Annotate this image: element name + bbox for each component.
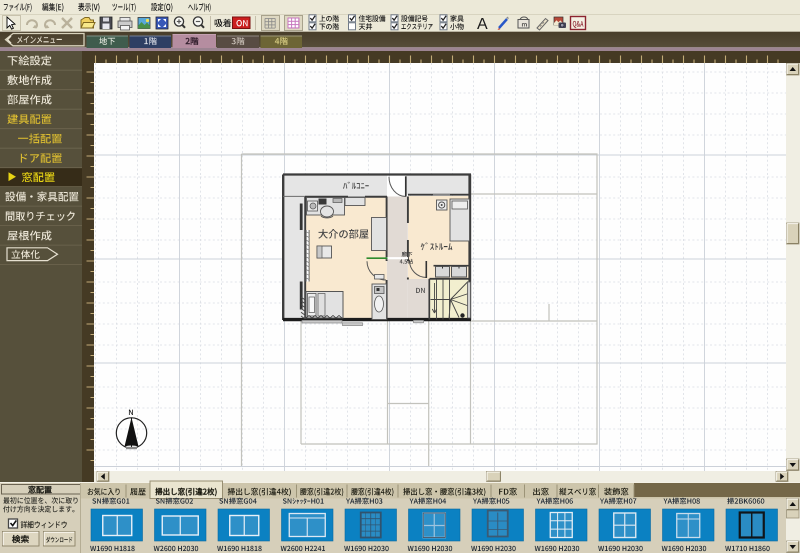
svg-text:A: A [477,16,488,33]
